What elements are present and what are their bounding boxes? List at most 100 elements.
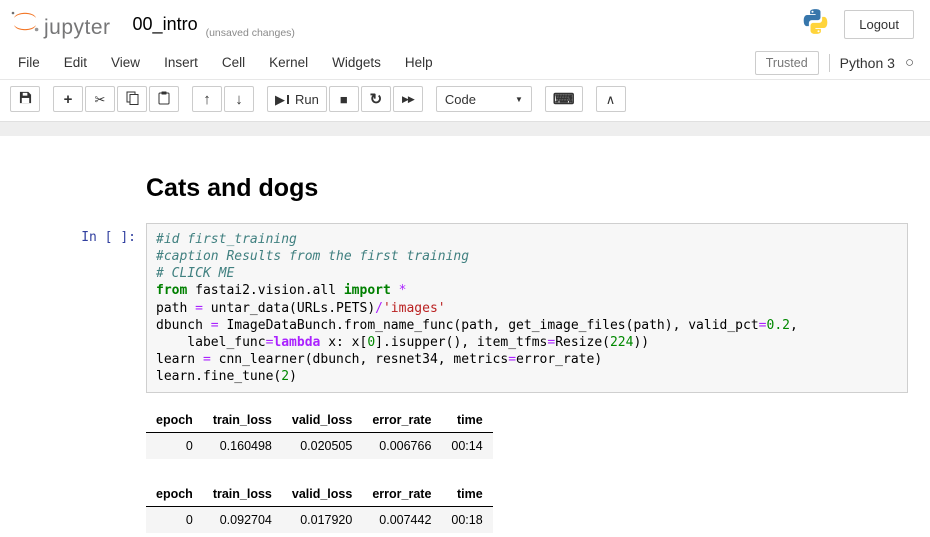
table-cell: 0.160498 [203, 433, 282, 460]
kernel-idle-icon: ○ [905, 55, 914, 70]
insert-cell-button[interactable]: + [53, 86, 83, 112]
jupyter-logo[interactable]: jupyter [10, 8, 111, 40]
save-icon [19, 91, 32, 107]
arrow-up-icon: ↑ [203, 92, 211, 107]
output-table-wrap: epochtrain_lossvalid_losserror_ratetime0… [146, 483, 930, 537]
table-cell: 00:18 [441, 507, 492, 534]
notebook-page: Cats and dogs In [ ]: #id first_training… [0, 136, 930, 537]
jupyter-logo-text: jupyter [44, 16, 111, 40]
code-line: #id first_training [156, 231, 898, 248]
move-cell-up-button[interactable]: ↑ [192, 86, 222, 112]
table-header-cell: error_rate [362, 483, 441, 507]
run-button[interactable]: ▶ Run [267, 86, 327, 112]
table-row: 00.0927040.0179200.00744200:18 [146, 507, 493, 534]
save-button[interactable] [10, 86, 40, 112]
table-cell: 0.027785 [203, 533, 282, 537]
copy-icon [126, 91, 139, 108]
table-cell: 0.006766 [362, 433, 441, 460]
table-header-cell: train_loss [203, 409, 282, 433]
table-cell: 0 [146, 433, 203, 460]
interrupt-kernel-button[interactable]: ■ [329, 86, 359, 112]
restart-kernel-button[interactable]: ↻ [361, 86, 391, 112]
kernel-name: Python 3 [840, 55, 895, 71]
paste-icon [158, 91, 170, 108]
table-cell: 0.092704 [203, 507, 282, 534]
code-line: label_func=lambda x: x[0].isupper(), ite… [156, 334, 898, 351]
markdown-cell-heading[interactable]: Cats and dogs [146, 174, 908, 203]
menu-help[interactable]: Help [393, 46, 445, 79]
table-cell: 0.005413 [362, 533, 441, 537]
collapse-header-button[interactable]: ∧ [596, 86, 626, 112]
logout-button[interactable]: Logout [844, 10, 914, 39]
table-header-cell: valid_loss [282, 409, 362, 433]
notebook-container: Cats and dogs In [ ]: #id first_training… [0, 122, 930, 537]
restart-icon: ↻ [370, 92, 383, 107]
python-logo-icon [801, 7, 830, 41]
caret-down-icon: ▼ [515, 95, 523, 104]
code-line: dbunch = ImageDataBunch.from_name_func(p… [156, 317, 898, 334]
menu-file[interactable]: File [6, 46, 52, 79]
code-line: #caption Results from the first training [156, 248, 898, 265]
table-cell: 0.020505 [282, 433, 362, 460]
arrow-down-icon: ↓ [235, 92, 243, 107]
input-prompt: In [ ]: [0, 223, 146, 393]
cell-type-value: Code [445, 92, 476, 107]
table-cell: 0.012449 [282, 533, 362, 537]
code-editor[interactable]: #id first_training#caption Results from … [146, 223, 908, 393]
menubar: File Edit View Insert Cell Kernel Widget… [0, 46, 930, 80]
restart-run-all-button[interactable]: ▶▶ [393, 86, 423, 112]
chevron-up-icon: ∧ [606, 93, 616, 106]
cut-cell-button[interactable]: ✂ [85, 86, 115, 112]
keyboard-icon: ⌨ [553, 92, 575, 107]
table-cell: 00:14 [441, 433, 492, 460]
cell-type-select[interactable]: Code ▼ [436, 86, 532, 112]
code-line: from fastai2.vision.all import * [156, 282, 898, 299]
table-cell: 0.007442 [362, 507, 441, 534]
menubar-right: Trusted Python 3 ○ [755, 51, 920, 75]
table-header-cell: time [441, 483, 492, 507]
paste-cell-button[interactable] [149, 86, 179, 112]
output-table: epochtrain_lossvalid_losserror_ratetime0… [146, 483, 493, 537]
menu-view[interactable]: View [99, 46, 152, 79]
code-line: learn.fine_tune(2) [156, 368, 898, 385]
menu-kernel[interactable]: Kernel [257, 46, 320, 79]
plus-icon: + [64, 92, 73, 107]
stop-icon: ■ [340, 93, 348, 106]
table-row: 00.1604980.0205050.00676600:14 [146, 433, 493, 460]
table-cell: 0 [146, 507, 203, 534]
notebook-title[interactable]: 00_intro [133, 14, 198, 35]
checkpoint-status: (unsaved changes) [206, 27, 295, 41]
table-header-cell: valid_loss [282, 483, 362, 507]
table-cell: 0.017920 [282, 507, 362, 534]
menu-edit[interactable]: Edit [52, 46, 99, 79]
toolbar: + ✂ ↑ ↓ ▶ Run ■ ↻ ▶▶ Code ▼ ⌨ [0, 80, 930, 122]
table-header-cell: error_rate [362, 409, 441, 433]
table-cell: 1 [146, 533, 203, 537]
code-line: path = untar_data(URLs.PETS)/'images' [156, 300, 898, 317]
table-header-cell: epoch [146, 483, 203, 507]
table-header-cell: epoch [146, 409, 203, 433]
run-icon-bar [287, 95, 289, 104]
output-table-wrap: epochtrain_lossvalid_losserror_ratetime0… [146, 409, 930, 459]
header-bar: jupyter 00_intro (unsaved changes) Logou… [0, 0, 930, 46]
cell-output: epochtrain_lossvalid_losserror_ratetime0… [146, 409, 930, 537]
divider [829, 54, 830, 72]
menu-insert[interactable]: Insert [152, 46, 210, 79]
table-header-cell: time [441, 409, 492, 433]
code-line: learn = cnn_learner(dbunch, resnet34, me… [156, 351, 898, 368]
run-label: Run [295, 92, 319, 107]
menu-widgets[interactable]: Widgets [320, 46, 393, 79]
copy-cell-button[interactable] [117, 86, 147, 112]
output-table: epochtrain_lossvalid_losserror_ratetime0… [146, 409, 493, 459]
fast-forward-icon: ▶▶ [402, 95, 414, 104]
scissors-icon: ✂ [95, 93, 106, 106]
code-cell: In [ ]: #id first_training#caption Resul… [0, 223, 930, 393]
table-header-cell: train_loss [203, 483, 282, 507]
command-palette-button[interactable]: ⌨ [545, 86, 583, 112]
table-cell: 00:18 [441, 533, 492, 537]
move-cell-down-button[interactable]: ↓ [224, 86, 254, 112]
trusted-badge[interactable]: Trusted [755, 51, 819, 75]
menu-cell[interactable]: Cell [210, 46, 257, 79]
run-icon: ▶ [275, 93, 285, 106]
jupyter-logo-icon [10, 8, 40, 40]
